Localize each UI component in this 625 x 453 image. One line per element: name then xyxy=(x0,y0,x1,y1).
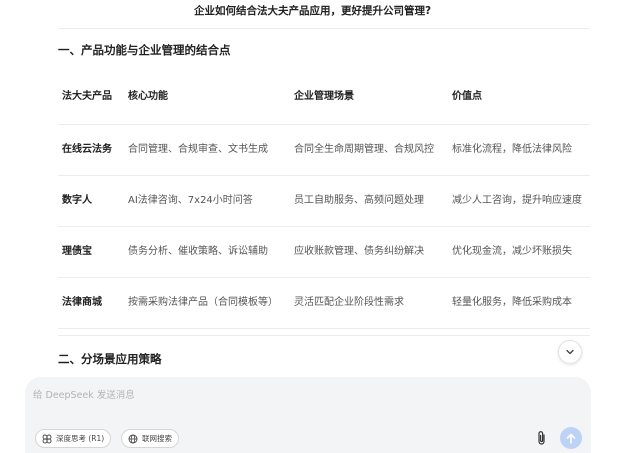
table-row: 法律商城 按需采购法律产品（合同模板等） 灵活匹配企业阶段性需求 轻量化服务，降… xyxy=(58,277,590,329)
cell-value-point: 轻量化服务，降低采购成本 xyxy=(448,277,590,329)
table-header-row: 法大夫产品 核心功能 企业管理场景 价值点 xyxy=(58,70,590,125)
header-product: 法大夫产品 xyxy=(58,70,124,125)
header-management-scenario: 企业管理场景 xyxy=(290,70,448,125)
cell-value-point: 优化现金流，减少坏账损失 xyxy=(448,226,590,278)
cell-value-point: 减少人工咨询，提升响应速度 xyxy=(448,175,590,227)
question-title: 企业如何结合法大夫产品应用，更好提升公司管理? xyxy=(193,4,432,17)
cell-product: 法律商城 xyxy=(58,277,124,329)
header-core-function: 核心功能 xyxy=(124,70,290,125)
deep-think-icon xyxy=(42,434,52,443)
divider-top xyxy=(58,28,590,29)
table-row: 理债宝 债务分析、催收策略、诉讼辅助 应收账款管理、债务纠纷解决 优化现金流，减… xyxy=(58,226,590,278)
section-heading-2: 二、分场景应用策略 xyxy=(58,352,162,366)
paperclip-icon xyxy=(537,431,545,445)
send-button[interactable] xyxy=(560,427,582,449)
cell-value-point: 标准化流程，降低法律风险 xyxy=(448,124,590,176)
globe-icon xyxy=(128,434,138,443)
cell-product: 数字人 xyxy=(58,175,124,227)
chevron-down-icon xyxy=(566,349,574,355)
deep-think-button[interactable]: 深度思考 (R1) xyxy=(35,429,112,448)
message-composer: 深度思考 (R1) 联网搜索 xyxy=(25,377,591,453)
divider-bottom xyxy=(58,335,590,336)
table-row: 在线云法务 合同管理、合规审查、文书生成 合同全生命周期管理、合规风控 标准化流… xyxy=(58,124,590,176)
cell-product: 理债宝 xyxy=(58,226,124,278)
cell-management-scenario: 员工自助服务、高频问题处理 xyxy=(290,175,448,227)
deep-think-label: 深度思考 (R1) xyxy=(56,434,105,443)
cell-product: 在线云法务 xyxy=(58,124,124,176)
web-search-button[interactable]: 联网搜索 xyxy=(121,429,179,448)
attach-file-button[interactable] xyxy=(533,428,549,448)
product-management-table: 法大夫产品 核心功能 企业管理场景 价值点 在线云法务 合同管理、合规审查、文书… xyxy=(58,70,590,329)
arrow-up-icon xyxy=(566,433,576,444)
cell-core-function: 合同管理、合规审查、文书生成 xyxy=(124,124,290,176)
cell-core-function: 债务分析、催收策略、诉讼辅助 xyxy=(124,226,290,278)
cell-core-function: AI法律咨询、7x24小时问答 xyxy=(124,175,290,227)
web-search-label: 联网搜索 xyxy=(142,434,172,443)
cell-core-function: 按需采购法律产品（合同模板等） xyxy=(124,277,290,329)
message-input[interactable] xyxy=(33,386,553,404)
table-row: 数字人 AI法律咨询、7x24小时问答 员工自助服务、高频问题处理 减少人工咨询… xyxy=(58,175,590,227)
section-heading-1: 一、产品功能与企业管理的结合点 xyxy=(58,43,231,57)
cell-management-scenario: 合同全生命周期管理、合规风控 xyxy=(290,124,448,176)
header-value-point: 价值点 xyxy=(448,70,590,125)
scroll-down-button[interactable] xyxy=(558,340,582,364)
cell-management-scenario: 灵活匹配企业阶段性需求 xyxy=(290,277,448,329)
cell-management-scenario: 应收账款管理、债务纠纷解决 xyxy=(290,226,448,278)
